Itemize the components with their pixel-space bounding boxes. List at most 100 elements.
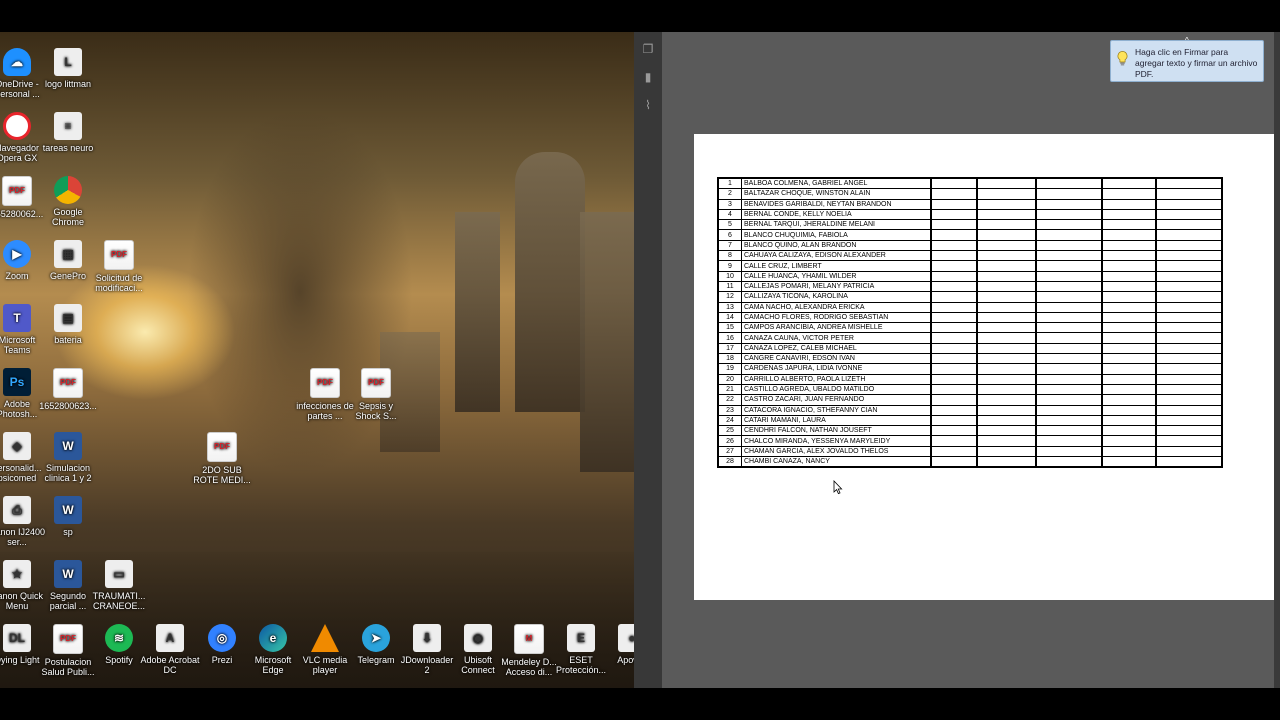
desktop-icon-apowersoft[interactable]: ● Apow... <box>602 624 634 665</box>
desktop-icon-edge[interactable]: e Microsoft Edge <box>243 624 303 675</box>
row-number: 20 <box>718 374 742 385</box>
vertical-scrollbar[interactable] <box>1274 32 1280 688</box>
empty-cell <box>931 332 978 344</box>
empty-cell <box>977 415 1037 427</box>
empty-cell <box>1102 250 1157 262</box>
empty-cell <box>931 229 978 241</box>
empty-cell <box>1156 209 1222 221</box>
simulacion-icon: W <box>54 432 82 460</box>
row-number: 4 <box>718 209 742 221</box>
row-number: 1 <box>718 178 742 190</box>
empty-cell <box>977 312 1037 324</box>
acrobat-icon: A <box>156 624 184 652</box>
empty-cell <box>1036 240 1103 252</box>
student-name: BERNAL TARQUI, JHERALDINE MELANI <box>741 219 932 231</box>
row-number: 23 <box>718 405 742 416</box>
desktop-icon-tareas-neuro[interactable]: ≡ tareas neuro <box>38 112 98 153</box>
desktop-icon-label: Adobe Acrobat DC <box>140 655 200 675</box>
desktop-icon-traumatismo[interactable]: ▭ TRAUMATI... CRANEOE... <box>89 560 149 611</box>
empty-cell <box>1156 456 1222 468</box>
table-row: 23 CATACORA IGNACIO, STHEFANNY CIAN <box>718 405 1222 416</box>
student-name: BENAVIDES GARIBALDI, NEYTAN BRANDON <box>741 199 932 210</box>
desktop-icon-sp[interactable]: Wsp <box>38 496 98 537</box>
desktop-icon-mendeley[interactable]: M Mendeley D... Acceso di... <box>499 624 559 677</box>
student-name: CAHUAYA CALIZAYA, EDISON ALEXANDER <box>741 250 932 262</box>
empty-cell <box>977 394 1037 406</box>
empty-cell <box>977 322 1037 334</box>
empty-cell <box>931 322 978 334</box>
empty-cell <box>1036 394 1103 406</box>
empty-cell <box>1036 374 1103 385</box>
empty-cell <box>1102 302 1157 313</box>
empty-cell <box>1036 302 1103 313</box>
empty-cell <box>1036 209 1103 221</box>
desktop-icon-label: TRAUMATI... CRANEOE... <box>92 591 146 611</box>
table-row: 2 BALTAZAR CHOQUE, WINSTON ALAIN <box>718 188 1222 200</box>
empty-cell <box>1036 384 1103 396</box>
desktop-icon-bateria[interactable]: ▤ bateria <box>38 304 98 345</box>
table-row: 21 CASTILLO AGREDA, UBALDO MATILDO <box>718 384 1222 396</box>
empty-cell <box>977 446 1037 458</box>
student-name: CAMACHO FLORES, RODRIGO SEBASTIAN <box>741 312 932 324</box>
empty-cell <box>1156 384 1222 396</box>
empty-cell <box>1036 291 1103 303</box>
desktop-icon-2do-sub[interactable]: PDF 2DO SUB ROTE MEDI... <box>192 432 252 485</box>
empty-cell <box>977 209 1037 221</box>
empty-cell <box>977 384 1037 396</box>
empty-cell <box>977 219 1037 231</box>
desktop-icon-label: bateria <box>54 335 82 345</box>
empty-cell <box>1036 435 1103 447</box>
student-name: BLANCO CHUQUIMIA, FABIOLA <box>741 229 932 241</box>
telegram-icon: ➤ <box>362 624 390 652</box>
document-area[interactable]: 1 BALBOA COLMENA, GABRIEL ANGEL 2 BALTAZAR … <box>662 32 1280 688</box>
student-name: BALTAZAR CHOQUE, WINSTON ALAIN <box>741 188 932 200</box>
desktop-icon-logo-littman[interactable]: Llogo littman <box>38 48 98 89</box>
empty-cell <box>931 405 978 416</box>
table-row: 16 CANAZA CAUNA, VICTOR PETER <box>718 332 1222 344</box>
table-row: 1 BALBOA COLMENA, GABRIEL ANGEL <box>718 178 1222 190</box>
pdf-1652800623-icon: PDF <box>53 368 83 398</box>
student-name: CARDENAS JAPURA, LIDIA IVONNE <box>741 363 932 375</box>
desktop-icon-label: Sepsis y Shock S... <box>355 401 397 421</box>
row-number: 8 <box>718 250 742 262</box>
bateria-icon: ▤ <box>54 304 82 332</box>
row-number: 26 <box>718 435 742 447</box>
empty-cell <box>1036 312 1103 324</box>
zoom-icon: ▶ <box>3 240 31 268</box>
student-name: CALLIZAYA TICONA, KAROLINA <box>741 291 932 303</box>
page-thumbnails-icon[interactable]: ❐ <box>641 42 655 56</box>
empty-cell <box>977 435 1037 447</box>
empty-cell <box>1156 260 1222 272</box>
row-number: 15 <box>718 322 742 334</box>
desktop-icon-google-chrome[interactable]: Google Chrome <box>38 176 98 227</box>
desktop: ☁OneDrive - Personal ...Llogo littmanNav… <box>0 32 634 688</box>
desktop-icon-simulacion[interactable]: W Simulacion clinica 1 y 2 <box>38 432 98 483</box>
bottom-bar <box>0 688 1280 720</box>
empty-cell <box>1036 322 1103 334</box>
tooltip-caret-icon: ^ <box>1185 36 1189 45</box>
empty-cell <box>977 363 1037 375</box>
desktop-icon-solicitud[interactable]: PDF Solicitud de modificaci... <box>89 240 149 293</box>
desktop-icon-pdf-1652800623[interactable]: PDF 1652800623... <box>38 368 98 411</box>
student-name: CHALCO MIRANDA, YESSENYA MARYLEIDY <box>741 435 932 447</box>
table-row: 18 CANGRE CANAVIRI, EDSON IVAN <box>718 353 1222 365</box>
empty-cell <box>931 312 978 324</box>
empty-cell <box>1156 302 1222 313</box>
photoshop-icon: Ps <box>3 368 31 396</box>
empty-cell <box>931 363 978 375</box>
empty-cell <box>931 178 978 190</box>
student-name: CANGRE CANAVIRI, EDSON IVAN <box>741 353 932 365</box>
table-row: 14 CAMACHO FLORES, RODRIGO SEBASTIAN <box>718 312 1222 324</box>
empty-cell <box>1102 425 1157 437</box>
sign-tooltip[interactable]: ^ Haga clic en Firmar para agregar texto… <box>1110 36 1264 82</box>
desktop-icon-sepsis[interactable]: PDF Sepsis y Shock S... <box>346 368 406 421</box>
empty-cell <box>1102 291 1157 303</box>
empty-cell <box>1102 363 1157 375</box>
attachment-icon[interactable]: ⌇ <box>641 98 655 112</box>
table-row: 12 CALLIZAYA TICONA, KAROLINA <box>718 291 1222 303</box>
ms-teams-icon: T <box>3 304 31 332</box>
table-row: 5 BERNAL TARQUI, JHERALDINE MELANI <box>718 219 1222 231</box>
desktop-icon-acrobat[interactable]: A Adobe Acrobat DC <box>140 624 200 675</box>
empty-cell <box>931 199 978 210</box>
bookmark-icon[interactable]: ▮ <box>641 70 655 84</box>
